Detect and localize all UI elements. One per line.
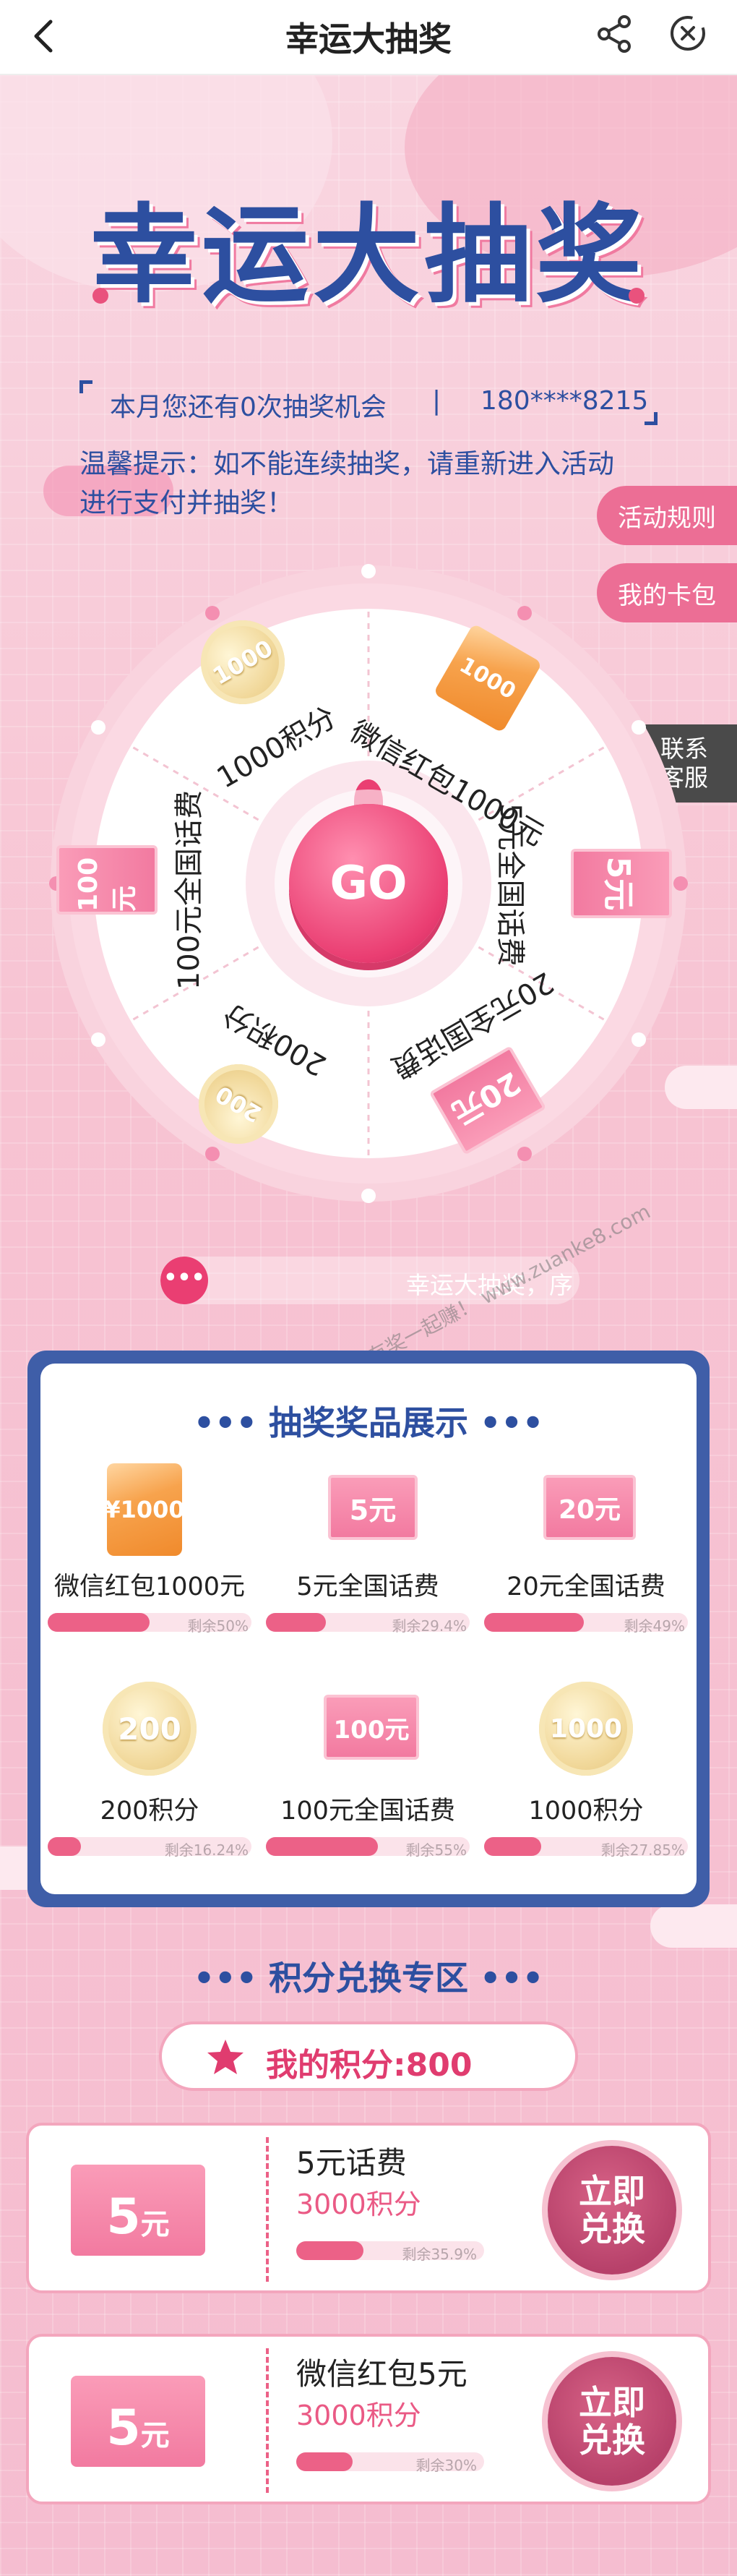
exchange-item: 5元 微信红包5元 3000积分 剩余30% 立即兑换	[26, 2334, 711, 2504]
my-points-badge: 我的积分:800	[159, 2021, 578, 2091]
prize-stock-fill	[484, 1837, 541, 1856]
exchange-remain: 剩余30%	[415, 2457, 477, 2474]
cloud-decoration	[650, 1904, 737, 1948]
exchange-stock-bar: 剩余35.9%	[296, 2241, 484, 2263]
prize-remain: 剩余55%	[405, 1841, 467, 1859]
prize-remain: 剩余27.85%	[600, 1841, 685, 1859]
wechat-hongbao-icon: ¥1000	[104, 1463, 185, 1556]
prize-item: ¥1000 微信红包1000元 剩余50%	[40, 1458, 259, 1674]
exchange-cost: 3000积分	[296, 2188, 421, 2220]
prize-remain: 剩余29.4%	[392, 1617, 467, 1635]
redeem-button[interactable]: 立即兑换	[548, 2146, 676, 2275]
title-dots: •••	[468, 1403, 544, 1442]
title-dots: •••	[193, 1959, 269, 1998]
prize-item: 20元 20元全国话费 剩余49%	[477, 1458, 695, 1674]
phone-credit-20-icon: 20元	[543, 1475, 636, 1540]
chance-info: 本月您还有0次抽奖机会 | 180****8215	[79, 380, 658, 425]
title-dots: •••	[193, 1403, 269, 1442]
prize-item: 1000 1000积分 剩余27.85%	[477, 1682, 695, 1899]
phone-credit-5-icon: 5元	[571, 849, 672, 918]
prize-item: 100元 100元全国话费 剩余55%	[259, 1682, 477, 1899]
prize-name: 5元全国话费	[296, 1572, 439, 1601]
prize-wheel: 1000 5元 20元 200 100元 1000 微信红包1000元 5元全国…	[43, 558, 694, 1209]
title-decoration-dot	[629, 288, 645, 304]
prize-remain: 剩余50%	[187, 1617, 249, 1635]
showcase-title-text: 抽奖奖品展示	[269, 1403, 468, 1442]
prize-name: 20元全国话费	[507, 1572, 665, 1601]
separator: |	[432, 386, 441, 416]
exchange-title: ••• 积分兑换专区 •••	[0, 1952, 737, 2000]
warm-tip: 温馨提示：如不能连续抽奖，请重新进入活动进行支付并抽奖！	[79, 448, 614, 518]
prize-stock-bar: 剩余27.85%	[484, 1837, 688, 1859]
exchange-stock-bar: 剩余30%	[296, 2452, 484, 2474]
prize-stock-fill	[266, 1613, 326, 1632]
badge-amount: 5	[106, 2400, 141, 2457]
showcase-title: ••• 抽奖奖品展示 •••	[40, 1397, 697, 1445]
title-decoration-dot	[92, 288, 108, 304]
prize-name: 200积分	[100, 1797, 199, 1826]
wheel-segment-label: 5元全国话费	[494, 803, 527, 967]
exchange-stock-fill	[296, 2241, 364, 2260]
exchange-badge: 5元	[71, 2376, 205, 2467]
prize-stock-bar: 剩余49%	[484, 1613, 688, 1635]
wheel-segment-label: 100元全国话费	[173, 790, 207, 990]
exchange-item: 5元 5元话费 3000积分 剩余35.9% 立即兑换	[26, 2123, 711, 2293]
exchange-name: 微信红包5元	[296, 2356, 467, 2392]
phone-credit-100-icon: 100元	[56, 845, 158, 915]
star-icon	[207, 2040, 243, 2074]
title-dots: •••	[468, 1959, 544, 1998]
prize-stock-bar: 剩余29.4%	[266, 1613, 470, 1635]
prize-stock-bar: 剩余16.24%	[48, 1837, 251, 1859]
nav-bar: 幸运大抽奖	[0, 0, 737, 75]
bracket-decoration	[79, 380, 92, 393]
prize-remain: 剩余49%	[624, 1617, 685, 1635]
exchange-cost: 3000积分	[296, 2400, 421, 2431]
exchange-badge: 5元	[71, 2165, 205, 2256]
chat-dots-icon: •••	[160, 1257, 208, 1304]
prize-showcase: ••• 抽奖奖品展示 ••• ¥1000 微信红包1000元 剩余50% 5元 …	[27, 1351, 710, 1907]
prize-showcase-panel: ••• 抽奖奖品展示 ••• ¥1000 微信红包1000元 剩余50% 5元 …	[40, 1364, 697, 1894]
prize-item: 200 200积分 剩余16.24%	[40, 1682, 259, 1899]
exchange-title-text: 积分兑换专区	[269, 1959, 468, 1998]
phone-credit-5-icon: 5元	[328, 1475, 418, 1540]
prize-name: 微信红包1000元	[53, 1572, 246, 1601]
prize-stock-fill	[48, 1837, 81, 1856]
exchange-name: 5元话费	[296, 2145, 407, 2181]
close-icon[interactable]	[668, 13, 708, 54]
redeem-button-label: 立即兑换	[579, 2172, 645, 2248]
go-spin-button[interactable]: GO	[289, 804, 448, 963]
points-coin-200-icon: 200	[103, 1682, 197, 1776]
prize-stock-fill	[48, 1613, 150, 1632]
phone-credit-100-icon: 100元	[324, 1695, 419, 1760]
prize-name: 100元全国话费	[280, 1797, 455, 1826]
dashed-divider	[266, 2137, 269, 2282]
points-coin-1000-icon: 1000	[539, 1682, 633, 1776]
prize-name: 1000积分	[528, 1797, 644, 1826]
prize-item: 5元 5元全国话费 剩余29.4%	[259, 1458, 477, 1674]
prize-stock-bar: 剩余55%	[266, 1837, 470, 1859]
dashed-divider	[266, 2348, 269, 2493]
prize-stock-bar: 剩余50%	[48, 1613, 251, 1635]
exchange-remain: 剩余35.9%	[402, 2246, 477, 2263]
rules-button[interactable]: 活动规则	[597, 486, 737, 545]
share-icon[interactable]	[594, 13, 636, 55]
exchange-stock-fill	[296, 2452, 353, 2471]
prize-stock-fill	[484, 1613, 585, 1632]
prize-remain: 剩余16.24%	[164, 1841, 249, 1859]
badge-amount: 5	[106, 2188, 141, 2246]
badge-unit: 元	[140, 2419, 170, 2452]
remaining-chances: 本月您还有0次抽奖机会	[110, 393, 387, 422]
prize-stock-fill	[266, 1837, 379, 1856]
hero-title: 幸运大抽奖	[90, 193, 647, 317]
redeem-button[interactable]: 立即兑换	[548, 2357, 676, 2486]
my-points: 我的积分:800	[266, 2047, 473, 2084]
badge-unit: 元	[140, 2208, 170, 2241]
redeem-button-label: 立即兑换	[579, 2383, 645, 2460]
phone-number: 180****8215	[480, 386, 649, 416]
